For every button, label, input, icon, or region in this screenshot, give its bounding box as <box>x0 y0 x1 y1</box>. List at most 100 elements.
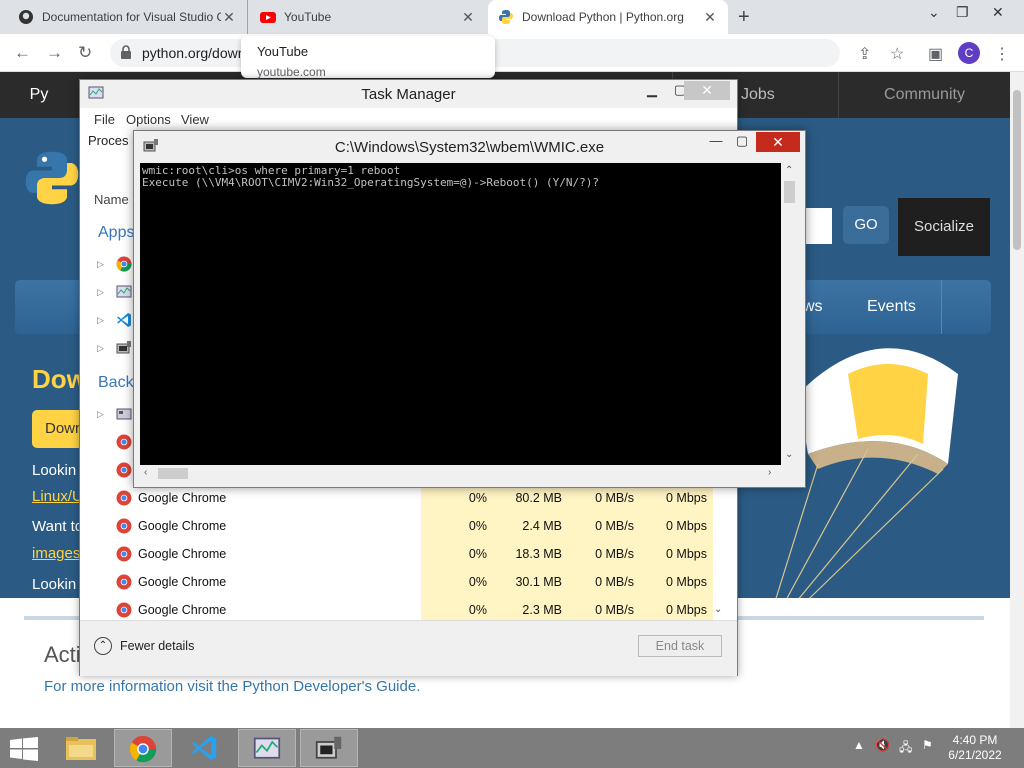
hover-card-domain: youtube.com <box>257 65 326 79</box>
nav-python[interactable]: Py <box>0 72 78 118</box>
chrome-icon <box>129 735 157 763</box>
table-row[interactable]: Google Chrome 0% 80.2 MB 0 MB/s 0 Mbps <box>80 484 737 512</box>
developer-guide-text[interactable]: For more information visit the Python De… <box>44 678 420 695</box>
menu-options[interactable]: Options <box>126 112 171 127</box>
new-tab-button[interactable]: + <box>738 6 750 29</box>
process-name: Google Chrome <box>138 575 227 589</box>
close-button[interactable]: ✕ <box>684 81 730 100</box>
process-name: Google Chrome <box>138 491 227 505</box>
console-output[interactable]: wmic:root\cli>os where primary=1 reboot … <box>140 163 781 465</box>
close-icon[interactable]: ✕ <box>460 9 476 26</box>
side-panel-icon[interactable]: ▣ <box>928 44 943 64</box>
taskbar-vscode[interactable] <box>176 729 234 767</box>
process-name: Google Chrome <box>138 603 227 617</box>
go-button[interactable]: GO <box>843 206 889 244</box>
bookmark-star-icon[interactable]: ☆ <box>890 44 904 64</box>
taskbar-wmic[interactable] <box>300 729 358 767</box>
tab-vscode-docs[interactable]: Documentation for Visual Studio Code ✕ <box>8 0 248 34</box>
tab-search-chevron-icon[interactable]: ⌄ <box>928 4 940 21</box>
nav-community[interactable]: Community <box>838 72 1010 118</box>
page-scrollbar[interactable] <box>1010 72 1024 728</box>
scroll-down-arrow-icon[interactable]: ⌄ <box>785 449 793 460</box>
show-hidden-icons-icon[interactable]: ▲ <box>853 738 865 752</box>
active-releases-heading: Acti <box>44 642 81 667</box>
scrollbar-thumb[interactable] <box>1013 90 1021 250</box>
tab-processes[interactable]: Proces <box>88 133 128 148</box>
task-manager-footer: ⌃ Fewer details End task <box>80 620 737 676</box>
memory-cell: 80.2 MB <box>493 484 568 512</box>
chevron-up-icon: ⌃ <box>94 637 112 655</box>
minimize-button[interactable]: — <box>704 133 728 153</box>
network-cell: 0 Mbps <box>640 484 713 512</box>
process-name: Google Chrome <box>138 547 227 561</box>
close-button[interactable]: ✕ <box>756 132 800 152</box>
network-cell: 0 Mbps <box>640 512 713 540</box>
taskbar-clock[interactable]: 4:40 PM 6/21/2022 <box>940 733 1010 763</box>
close-window-icon[interactable]: ✕ <box>992 4 1004 21</box>
file-explorer-icon <box>66 737 96 760</box>
expand-chevron-icon[interactable]: ▷ <box>97 343 104 354</box>
tab-label: Documentation for Visual Studio Code <box>42 10 221 24</box>
scroll-up-arrow-icon[interactable]: ⌃ <box>785 165 793 176</box>
console-horizontal-scrollbar[interactable]: ‹ › <box>140 465 781 482</box>
profile-avatar[interactable]: C <box>958 42 980 64</box>
disk-cell: 0 MB/s <box>568 568 640 596</box>
fewer-details-button[interactable]: ⌃ Fewer details <box>94 637 194 655</box>
maximize-button[interactable]: ▢ <box>730 133 754 153</box>
scroll-right-arrow-icon[interactable]: › <box>768 467 771 478</box>
python-logo-icon <box>25 151 79 205</box>
taskbar-file-explorer[interactable] <box>52 729 110 767</box>
table-row[interactable]: Google Chrome 0% 18.3 MB 0 MB/s 0 Mbps <box>80 540 737 568</box>
scrollbar-thumb[interactable] <box>784 181 795 203</box>
want-text: Want to <box>32 518 84 535</box>
socialize-button[interactable]: Socialize <box>898 198 990 256</box>
network-icon[interactable]: 🖧 <box>899 738 912 759</box>
taskbar-chrome[interactable] <box>114 729 172 767</box>
fewer-details-label: Fewer details <box>120 639 195 653</box>
kebab-menu-icon[interactable]: ⋮ <box>994 44 1010 64</box>
scroll-down-arrow-icon[interactable]: ⌄ <box>714 604 722 615</box>
share-icon[interactable]: ⇪ <box>858 44 871 64</box>
wmic-icon <box>315 736 342 759</box>
minimize-button[interactable]: ▁ <box>638 82 666 100</box>
column-name[interactable]: Name <box>94 192 129 207</box>
vscode-icon <box>117 313 131 327</box>
close-icon[interactable]: ✕ <box>221 9 237 26</box>
tab-label: Download Python | Python.org <box>522 10 684 24</box>
scrollbar-thumb[interactable] <box>158 468 188 479</box>
windows-start-icon[interactable] <box>10 737 38 761</box>
expand-chevron-icon[interactable]: ▷ <box>97 409 104 420</box>
close-icon[interactable]: ✕ <box>702 9 718 26</box>
console-line-prompt: Execute (\\VM4\ROOT\CIMV2:Win32_Operatin… <box>142 176 599 189</box>
reload-icon[interactable]: ↻ <box>78 43 92 63</box>
disk-cell: 0 MB/s <box>568 512 640 540</box>
wmic-icon <box>116 341 131 354</box>
expand-chevron-icon[interactable]: ▷ <box>97 287 104 298</box>
memory-cell: 18.3 MB <box>493 540 568 568</box>
tab-python-download[interactable]: Download Python | Python.org ✕ <box>488 0 728 34</box>
console-vertical-scrollbar[interactable]: ⌃ ⌄ <box>781 163 798 465</box>
table-row[interactable]: Google Chrome 0% 2.4 MB 0 MB/s 0 Mbps <box>80 512 737 540</box>
tab-youtube[interactable]: YouTube ✕ <box>250 0 486 34</box>
expand-chevron-icon[interactable]: ▷ <box>97 315 104 326</box>
menu-events[interactable]: Events <box>867 280 916 334</box>
menu-file[interactable]: File <box>94 112 115 127</box>
taskbar-task-manager[interactable] <box>238 729 296 767</box>
chrome-icon <box>116 518 132 534</box>
volume-muted-icon[interactable]: 🔇 <box>875 738 890 752</box>
cpu-cell: 0% <box>421 512 493 540</box>
expand-chevron-icon[interactable]: ▷ <box>97 259 104 270</box>
scroll-left-arrow-icon[interactable]: ‹ <box>144 467 147 478</box>
images-link[interactable]: images <box>32 545 80 562</box>
restore-window-icon[interactable]: ❐ <box>956 4 969 21</box>
action-center-icon[interactable]: ⚑ <box>922 738 933 752</box>
back-arrow-icon[interactable]: ← <box>14 43 31 63</box>
forward-arrow-icon[interactable]: → <box>46 43 63 63</box>
looking-text-2: Lookin <box>32 576 77 593</box>
task-manager-titlebar[interactable]: Task Manager ▁ ▢ ✕ <box>80 80 737 108</box>
end-task-button[interactable]: End task <box>638 635 722 657</box>
chrome-icon <box>116 490 132 506</box>
table-row[interactable]: Google Chrome 0% 30.1 MB 0 MB/s 0 Mbps <box>80 568 737 596</box>
linux-link[interactable]: Linux/U <box>32 488 83 505</box>
menu-view[interactable]: View <box>181 112 209 127</box>
